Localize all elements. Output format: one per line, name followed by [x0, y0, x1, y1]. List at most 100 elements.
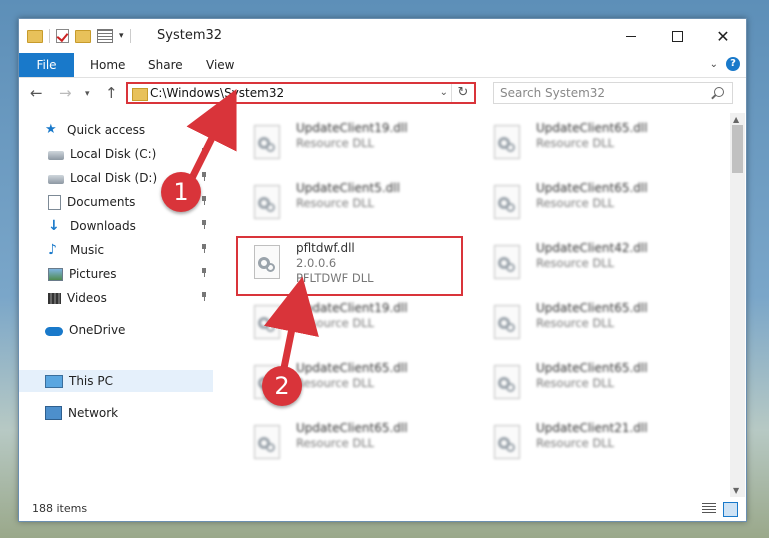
file-description: Resource DLL — [536, 196, 615, 210]
vertical-scrollbar[interactable]: ▲ ▼ — [730, 113, 745, 497]
refresh-icon[interactable]: ↻ — [451, 84, 474, 102]
toolbar-divider — [129, 29, 131, 43]
properties-list-icon[interactable] — [97, 29, 113, 43]
sidebar-item-documents[interactable]: Documents — [19, 191, 213, 213]
documents-icon — [48, 194, 61, 210]
sidebar-item-label: Network — [68, 406, 119, 420]
dll-file-icon — [251, 245, 283, 281]
back-arrow-icon[interactable]: ← — [30, 84, 43, 102]
list-item[interactable]: UpdateClient19.dll Resource DLL — [239, 115, 467, 165]
sidebar-item-label: Downloads — [70, 219, 136, 233]
file-version: 2.0.0.6 — [296, 256, 337, 270]
recent-locations-chevron-icon[interactable]: ▾ — [85, 89, 90, 99]
star-icon: ★ — [45, 122, 57, 137]
sidebar-item-onedrive[interactable]: OneDrive — [19, 319, 213, 341]
close-button[interactable]: ✕ — [700, 19, 746, 53]
sidebar-item-label: OneDrive — [69, 323, 126, 337]
list-item[interactable]: UpdateClient19.dll Resource DLL — [239, 295, 467, 345]
ribbon-right-controls: ⌄ ? — [710, 57, 740, 71]
tab-share[interactable]: Share — [148, 53, 183, 77]
pin-icon[interactable] — [201, 148, 207, 157]
tab-home[interactable]: Home — [90, 53, 125, 77]
expand-ribbon-chevron-icon[interactable]: ⌄ — [710, 59, 718, 70]
scroll-down-icon[interactable]: ▼ — [733, 486, 739, 495]
properties-check-icon[interactable] — [56, 29, 69, 43]
dll-file-icon — [251, 185, 283, 221]
list-item[interactable]: UpdateClient65.dll Resource DLL — [479, 175, 707, 225]
sidebar-item-videos[interactable]: Videos — [19, 287, 213, 309]
file-name: UpdateClient65.dll — [536, 181, 648, 195]
list-item[interactable]: UpdateClient42.dll Resource DLL — [479, 235, 707, 285]
up-arrow-icon[interactable]: ↑ — [105, 84, 118, 102]
new-folder-icon[interactable] — [75, 29, 91, 43]
sidebar-item-music[interactable]: ♪ Music — [19, 239, 213, 261]
list-item[interactable]: UpdateClient65.dll Resource DLL — [239, 415, 467, 465]
pin-icon[interactable] — [201, 244, 207, 253]
customize-toolbar-dropdown-icon[interactable]: ▾ — [119, 31, 124, 41]
videos-icon — [48, 292, 61, 304]
pin-icon[interactable] — [201, 220, 207, 229]
search-box[interactable]: Search System32 — [493, 82, 733, 104]
pin-icon[interactable] — [201, 268, 207, 277]
dll-file-icon — [251, 125, 283, 161]
file-name: pfltdwf.dll — [296, 241, 355, 255]
sidebar-item-local-disk-d[interactable]: Local Disk (D:) — [19, 167, 213, 189]
search-input[interactable]: Search System32 — [500, 86, 605, 100]
tab-view[interactable]: View — [206, 53, 234, 77]
help-icon[interactable]: ? — [726, 57, 740, 71]
address-dropdown-icon[interactable]: ⌄ — [440, 87, 448, 98]
large-icons-view-icon[interactable] — [723, 502, 738, 517]
dll-file-icon — [251, 365, 283, 401]
folder-icon[interactable] — [27, 29, 43, 43]
sidebar-item-quick-access[interactable]: ★ Quick access — [19, 119, 213, 141]
list-item[interactable]: UpdateClient65.dll Resource DLL — [479, 295, 707, 345]
list-item[interactable]: UpdateClient65.dll Resource DLL — [479, 115, 707, 165]
navigation-pane: ★ Quick access Local Disk (C:) Local Dis… — [19, 113, 213, 493]
sidebar-item-downloads[interactable]: ↓ Downloads — [19, 215, 213, 237]
ribbon-tabs: File Home Share View ⌄ ? — [19, 53, 746, 78]
pc-icon — [45, 374, 63, 388]
dll-file-icon — [251, 305, 283, 341]
list-item[interactable]: UpdateClient65.dll Resource DLL — [479, 355, 707, 405]
minimize-button[interactable] — [608, 19, 654, 53]
search-icon[interactable] — [714, 87, 724, 97]
item-count: 188 items — [32, 502, 88, 515]
address-path[interactable]: C:\Windows\System32 — [150, 86, 284, 100]
file-description: Resource DLL — [536, 376, 615, 390]
dll-file-icon — [491, 425, 523, 461]
sidebar-item-network[interactable]: Network — [19, 402, 213, 424]
file-name: UpdateClient42.dll — [536, 241, 648, 255]
pin-icon[interactable] — [201, 292, 207, 301]
scroll-up-icon[interactable]: ▲ — [733, 115, 739, 124]
scrollbar-thumb[interactable] — [732, 125, 743, 173]
dll-file-icon — [491, 305, 523, 341]
tab-file[interactable]: File — [19, 53, 74, 77]
pin-icon[interactable] — [201, 196, 207, 205]
status-bar: 188 items — [19, 497, 746, 521]
list-item[interactable]: UpdateClient5.dll Resource DLL — [239, 175, 467, 225]
sidebar-item-local-disk-c[interactable]: Local Disk (C:) — [19, 143, 213, 165]
list-item-pfltdwf[interactable]: pfltdwf.dll 2.0.0.6 PFLTDWF DLL — [239, 235, 467, 285]
file-description: Resource DLL — [536, 436, 615, 450]
file-description: Resource DLL — [296, 316, 375, 330]
list-item[interactable]: UpdateClient65.dll Resource DLL — [239, 355, 467, 405]
sidebar-item-pictures[interactable]: Pictures — [19, 263, 213, 285]
sidebar-item-label: Documents — [67, 195, 136, 209]
file-name: UpdateClient21.dll — [536, 421, 648, 435]
sidebar-item-label: Pictures — [69, 267, 117, 281]
disk-icon — [48, 174, 64, 184]
sidebar-item-label: Local Disk (D:) — [70, 171, 158, 185]
pin-icon[interactable] — [201, 172, 207, 181]
file-name: UpdateClient65.dll — [536, 301, 648, 315]
dll-file-icon — [491, 125, 523, 161]
folder-icon — [132, 88, 148, 101]
maximize-button[interactable] — [654, 19, 700, 53]
list-item[interactable]: UpdateClient21.dll Resource DLL — [479, 415, 707, 465]
explorer-window: ▾ System32 ✕ File Home Share View ⌄ ? ← … — [18, 18, 747, 522]
file-name: UpdateClient19.dll — [296, 301, 408, 315]
details-view-icon[interactable] — [702, 503, 716, 514]
sidebar-item-this-pc[interactable]: This PC — [19, 370, 213, 392]
forward-arrow-icon[interactable]: → — [59, 84, 72, 102]
disk-icon — [48, 150, 64, 160]
address-bar[interactable]: C:\Windows\System32 ⌄ ↻ — [126, 82, 476, 104]
